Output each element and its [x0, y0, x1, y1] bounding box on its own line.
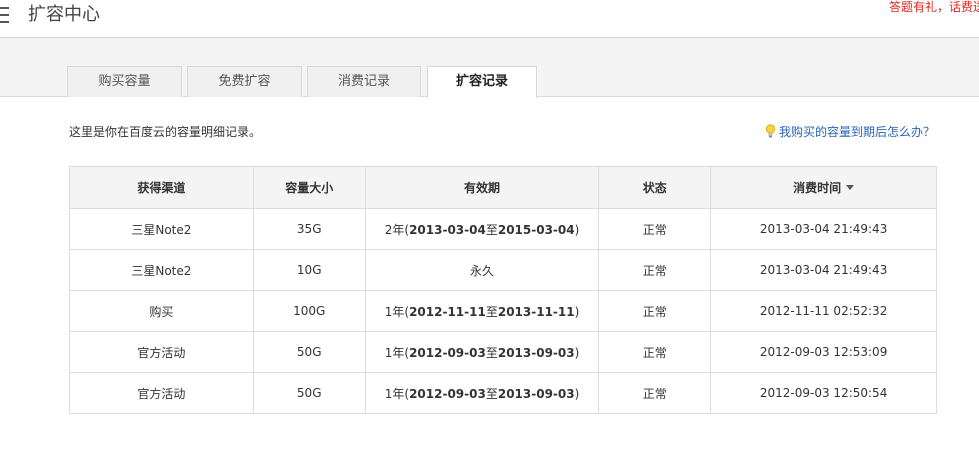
col-header-time-label[interactable]: 消费时间 — [793, 181, 841, 195]
cell-size: 35G — [252, 208, 366, 250]
period-start: 2012-11-11 — [409, 304, 486, 319]
promo-link[interactable]: 答题有礼，话费送 — [889, 0, 979, 14]
records-table: 获得渠道 容量大小 有效期 状态 消费时间 三星Note2 35G 2年(201… — [69, 166, 937, 414]
period-start: 2012-09-03 — [409, 345, 486, 360]
cell-time: 2012-09-03 12:50:54 — [710, 372, 937, 414]
cell-size: 10G — [252, 249, 366, 291]
col-header-time[interactable]: 消费时间 — [710, 166, 937, 209]
table-row: 官方活动 50G 1年(2012-09-03至2013-09-03) 正常 20… — [69, 331, 937, 373]
cell-status: 正常 — [598, 290, 712, 332]
period-to: 至 — [485, 222, 498, 237]
period-to: 至 — [485, 345, 498, 360]
help-link-label[interactable]: 我购买的容量到期后怎么办？ — [779, 125, 935, 139]
tab-consume-records[interactable]: 消费记录 — [307, 66, 421, 97]
table-row: 购买 100G 1年(2012-11-11至2013-11-11) 正常 201… — [69, 290, 937, 332]
cell-size: 50G — [252, 331, 366, 373]
tab-buy-capacity[interactable]: 购买容量 — [67, 66, 182, 97]
cell-status: 正常 — [598, 372, 712, 414]
period-suffix: ) — [574, 222, 580, 237]
col-header-period: 有效期 — [364, 166, 600, 209]
cell-period: 永久 — [364, 249, 600, 291]
cell-period: 1年(2012-11-11至2013-11-11) — [364, 290, 600, 332]
cell-status: 正常 — [598, 331, 712, 373]
period-prefix: 2年( — [384, 222, 410, 237]
header: 扩容中心 答题有礼，话费送 — [0, 0, 979, 38]
cell-period: 1年(2012-09-03至2013-09-03) — [364, 372, 600, 414]
period-prefix: 1年( — [384, 304, 410, 319]
cell-size: 100G — [252, 290, 366, 332]
period-end: 2015-03-04 — [497, 222, 575, 237]
page-title: 扩容中心 — [28, 4, 100, 25]
menu-icon[interactable] — [0, 6, 9, 24]
lightbulb-icon — [765, 124, 776, 138]
cell-channel: 官方活动 — [69, 372, 254, 414]
table-header-row: 获得渠道 容量大小 有效期 状态 消费时间 — [69, 166, 937, 209]
col-header-channel: 获得渠道 — [69, 166, 254, 209]
cell-status: 正常 — [598, 208, 712, 250]
col-header-status: 状态 — [598, 166, 712, 209]
period-start: 2012-09-03 — [409, 386, 486, 401]
sort-desc-icon[interactable] — [846, 185, 855, 190]
table-row: 三星Note2 10G 永久 正常 2013-03-04 21:49:43 — [69, 249, 937, 291]
period-suffix: ) — [574, 345, 580, 360]
period-to: 至 — [485, 304, 498, 319]
period-to: 至 — [485, 386, 498, 401]
cell-time: 2013-03-04 21:49:43 — [710, 249, 937, 291]
cell-channel: 购买 — [69, 290, 254, 332]
cell-channel: 三星Note2 — [69, 249, 254, 291]
cell-channel: 官方活动 — [69, 331, 254, 373]
period-suffix: ) — [574, 304, 580, 319]
period-prefix: 1年( — [384, 386, 410, 401]
main-content: 这里是你在百度云的容量明细记录。 我购买的容量到期后怎么办？ 获得渠道 容量大小… — [0, 97, 979, 451]
cell-status: 正常 — [598, 249, 712, 291]
tab-free-expand[interactable]: 免费扩容 — [187, 66, 302, 97]
period-end: 2013-09-03 — [497, 386, 575, 401]
cell-time: 2012-11-11 02:52:32 — [710, 290, 937, 332]
period-end: 2013-09-03 — [497, 345, 575, 360]
cell-channel: 三星Note2 — [69, 208, 254, 250]
period-suffix: ) — [574, 386, 580, 401]
cell-size: 50G — [252, 372, 366, 414]
help-link[interactable]: 我购买的容量到期后怎么办？ — [765, 124, 935, 140]
description-text: 这里是你在百度云的容量明细记录。 — [69, 125, 262, 139]
cell-time: 2013-03-04 21:49:43 — [710, 208, 937, 250]
cell-time: 2012-09-03 12:53:09 — [710, 331, 937, 373]
period-end: 2013-11-11 — [497, 304, 575, 319]
cell-period: 2年(2013-03-04至2015-03-04) — [364, 208, 600, 250]
tab-expand-records[interactable]: 扩容记录 — [427, 66, 537, 98]
period-start: 2013-03-04 — [409, 222, 486, 237]
col-header-size: 容量大小 — [252, 166, 366, 209]
cell-period: 1年(2012-09-03至2013-09-03) — [364, 331, 600, 373]
table-row: 官方活动 50G 1年(2012-09-03至2013-09-03) 正常 20… — [69, 372, 937, 414]
period-prefix: 1年( — [384, 345, 410, 360]
table-row: 三星Note2 35G 2年(2013-03-04至2015-03-04) 正常… — [69, 208, 937, 250]
tab-bar: 购买容量 免费扩容 消费记录 扩容记录 — [0, 38, 979, 98]
